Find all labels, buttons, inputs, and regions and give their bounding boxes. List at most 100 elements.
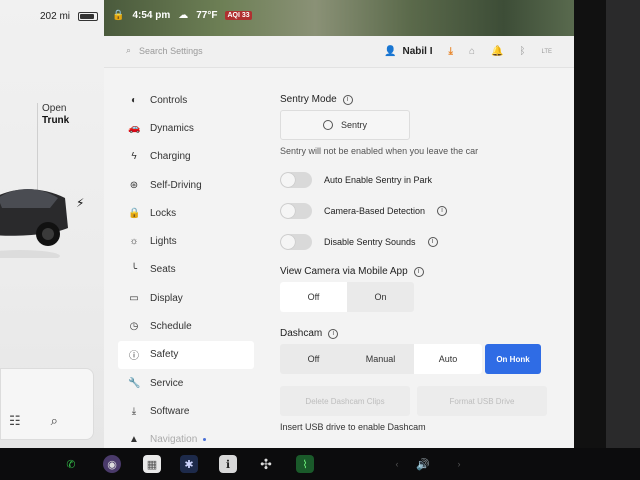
format-usb-button[interactable]: Format USB Drive (417, 386, 547, 416)
sliders-icon[interactable]: ☷ (9, 413, 21, 429)
sentry-eye-icon (322, 120, 333, 130)
user-profile[interactable]: 👤 Nabil I (384, 46, 432, 57)
toggle-label: Camera-Based Detection (324, 206, 426, 216)
nav-item-charging[interactable]: ϟ Charging (104, 143, 264, 171)
tesla-screen: 202 mi Open Trunk ⚡ ☷ ⌕ 🔒 4:54 pm ☁ 77°F… (0, 0, 640, 480)
info-icon[interactable]: i (437, 206, 448, 216)
update-dot (203, 438, 207, 442)
lte-signal-icon: LTE (541, 48, 552, 55)
info-icon[interactable]: i (328, 328, 339, 339)
view-camera-segmented: Off On (280, 282, 414, 312)
nav-item-schedule[interactable]: ◷ Schedule (104, 312, 264, 340)
chevron-right-icon[interactable]: › (450, 455, 468, 473)
search-input[interactable]: Search Settings (139, 46, 203, 56)
sun-icon: ☼ (129, 236, 139, 248)
nav-item-service[interactable]: 🔧 Service (104, 369, 264, 397)
settings-header: ⌕ Search Settings 👤 Nabil I ⤓ ⌂ 🔔 ᛒ LTE (104, 36, 574, 68)
nav-item-locks[interactable]: 🔒 Locks (104, 199, 264, 227)
info-icon: ⓘ (129, 351, 139, 363)
steering-wheel-icon: ⊛ (129, 179, 139, 191)
nav-item-software[interactable]: ⤓ Software (104, 397, 264, 425)
range-status: 202 mi (40, 11, 99, 22)
sentry-button[interactable]: Sentry (280, 110, 410, 140)
clock-time: 4:54 pm (132, 10, 171, 21)
nav-label: Lights (150, 236, 177, 248)
volume-icon[interactable]: 🔊 (414, 455, 432, 473)
camera-icon[interactable]: ◉ (103, 455, 121, 473)
homelink-icon[interactable]: ⌂ (469, 46, 475, 57)
camera-detection-toggle[interactable] (280, 203, 312, 219)
sentry-title-text: Sentry Mode (280, 94, 337, 105)
aqi-badge: AQI 33 (225, 11, 252, 20)
toggle-label: Disable Sentry Sounds (324, 237, 416, 247)
info-icon[interactable]: i (342, 94, 353, 105)
nav-item-dynamics[interactable]: 🚗 Dynamics (104, 114, 264, 142)
car-icon: 🚗 (128, 122, 141, 134)
map-status-bar: 🔒 4:54 pm ☁ 77°F AQI 33 (104, 0, 574, 36)
nav-item-display[interactable]: ▭ Display (104, 284, 264, 312)
dashcam-on-honk[interactable]: On Honk (485, 344, 541, 374)
nav-label: Service (150, 377, 184, 389)
dashcam-off[interactable]: Off (280, 344, 347, 374)
search-icon[interactable]: ⌕ (51, 413, 58, 429)
toggle-row-auto-enable[interactable]: Auto Enable Sentry in Park (280, 172, 432, 188)
car-image (0, 189, 68, 258)
toggle-icon: ◐ (130, 94, 138, 106)
charging-bolt-icon: ⚡ (76, 196, 85, 210)
open-trunk-button[interactable]: Open Trunk (42, 103, 69, 127)
toggle-row-disable-sounds[interactable]: Disable Sentry Sounds i (280, 234, 438, 250)
energy-app-icon[interactable]: ⌇ (296, 455, 314, 473)
search-icon: ⌕ (126, 45, 132, 55)
person-icon: 👤 (384, 46, 397, 57)
lock-icon: 🔒 (128, 207, 141, 219)
nav-item-safety[interactable]: ⓘ Safety (118, 340, 254, 369)
battery-icon (78, 12, 99, 21)
info-icon[interactable]: i (413, 266, 424, 277)
settings-nav: ◐ Controls 🚗 Dynamics ϟ Charging ⊛ Self-Driv… (104, 86, 264, 454)
bell-icon[interactable]: 🔔 (491, 46, 503, 57)
view-camera-off[interactable]: Off (280, 282, 347, 312)
toggle-row-camera-detection[interactable]: Camera-Based Detection i (280, 203, 448, 219)
delete-dashcam-clips-button[interactable]: Delete Dashcam Clips (280, 386, 410, 416)
info-card-icon[interactable]: ℹ (219, 455, 237, 473)
view-camera-on[interactable]: On (347, 282, 414, 312)
nav-label: Seats (150, 264, 176, 276)
open-trunk-label-2: Trunk (42, 115, 70, 126)
settings-panel: ⌕ Search Settings 👤 Nabil I ⤓ ⌂ 🔔 ᛒ LTE … (104, 36, 574, 448)
nav-item-seats[interactable]: ╰ Seats (104, 256, 264, 284)
wrench-icon: 🔧 (128, 377, 141, 389)
nav-label: Charging (150, 151, 191, 163)
quick-controls: ☷ ⌕ (0, 368, 94, 440)
toggle-label: Auto Enable Sentry in Park (324, 175, 433, 185)
bolt-icon: ϟ (131, 151, 137, 163)
nav-label: Navigation (150, 434, 198, 446)
clock-icon: ◷ (129, 321, 139, 333)
nav-label: Schedule (150, 321, 192, 333)
toybox-icon[interactable]: ✱ (180, 455, 198, 473)
nav-item-self-driving[interactable]: ⊛ Self-Driving (104, 171, 264, 199)
chevron-left-icon[interactable]: ‹ (388, 455, 406, 473)
usb-note: Insert USB drive to enable Dashcam (280, 422, 426, 432)
bluetooth-icon[interactable]: ᛒ (519, 46, 525, 57)
lock-icon: 🔒 (112, 10, 125, 21)
download-icon[interactable]: ⤓ (449, 46, 453, 57)
dashcam-manual[interactable]: Manual (347, 344, 414, 374)
nav-item-controls[interactable]: ◐ Controls (104, 86, 264, 114)
calendar-icon[interactable]: ▦ (143, 455, 161, 473)
app-dock (0, 448, 640, 480)
auto-enable-sentry-toggle[interactable] (280, 172, 312, 188)
info-icon[interactable]: i (427, 237, 438, 247)
sentry-button-label: Sentry (340, 120, 367, 130)
user-name: Nabil I (402, 46, 433, 57)
range-text: 202 mi (40, 11, 71, 22)
temperature: 77°F (196, 10, 218, 21)
dashcam-auto[interactable]: Auto (414, 344, 482, 374)
nav-item-lights[interactable]: ☼ Lights (104, 227, 264, 255)
nav-label: Display (150, 292, 183, 304)
disable-sentry-sounds-toggle[interactable] (280, 234, 312, 250)
phone-icon[interactable]: ✆ (62, 455, 80, 473)
search-settings[interactable]: ⌕ Search Settings (126, 45, 203, 56)
sentry-note: Sentry will not be enabled when you leav… (280, 146, 479, 156)
fan-icon[interactable]: ✣ (257, 455, 275, 473)
download-icon: ⤓ (131, 405, 137, 417)
